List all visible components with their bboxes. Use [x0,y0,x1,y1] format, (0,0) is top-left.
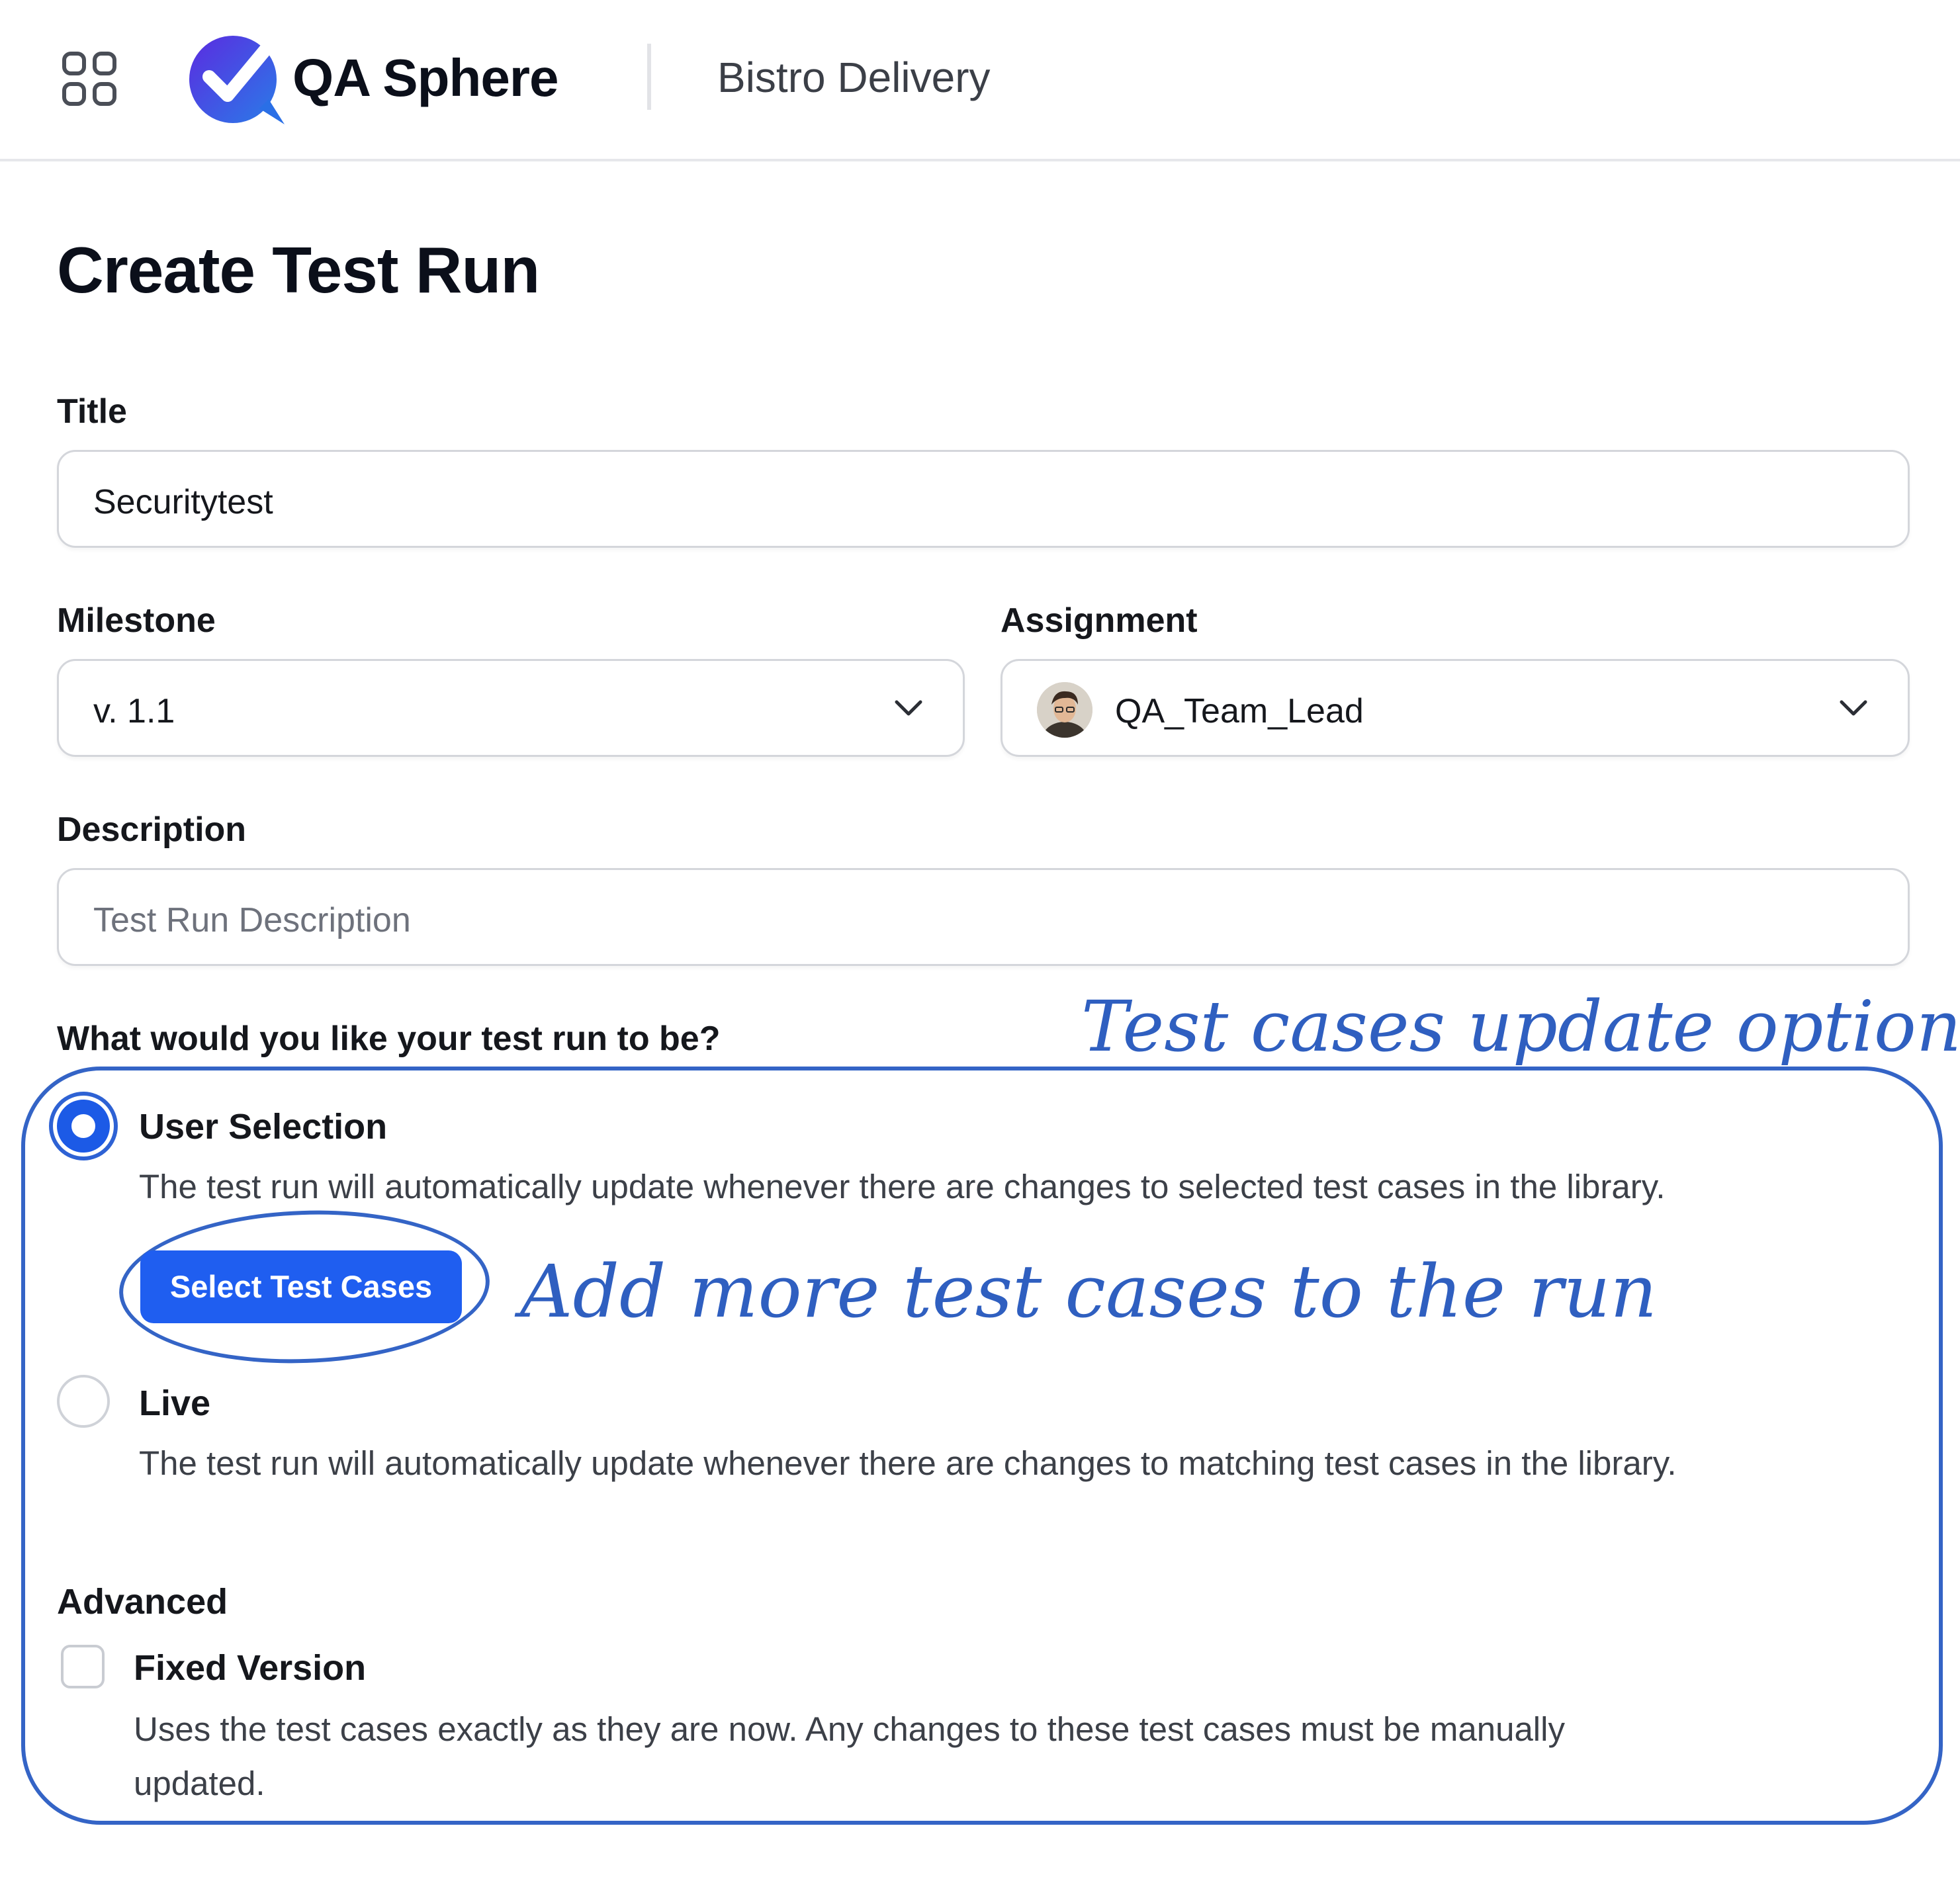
milestone-select-value: v. 1.1 [93,692,175,730]
title-input-value: Securitytest [93,483,273,521]
chevron-down-icon [1840,700,1867,716]
description-input[interactable]: Test Run Description [57,868,1910,966]
option-label-live: Live [139,1383,211,1423]
fixed-version-description-continued: updated. [134,1765,265,1802]
avatar [1037,682,1092,738]
option-description-live: The test run will automatically update w… [139,1444,1677,1482]
assignment-label: Assignment [1001,601,1198,640]
assignment-select-value: QA_Team_Lead [1115,692,1364,730]
title-label: Title [57,392,127,431]
select-test-cases-button[interactable]: Select Test Cases [140,1250,462,1323]
chevron-down-icon [895,700,922,716]
annotation-options-note: Test cases update options [1081,986,1960,1067]
radio-user-selection[interactable] [57,1100,110,1153]
milestone-select[interactable]: v. 1.1 [57,659,965,757]
run-type-question: What would you like your test run to be? [57,1020,721,1058]
description-placeholder: Test Run Description [93,901,411,939]
page-title: Create Test Run [57,234,540,306]
annotation-button-note: Add more test cases to the run [520,1249,1658,1334]
fixed-version-label: Fixed Version [134,1648,367,1688]
fixed-version-checkbox[interactable] [61,1645,105,1688]
advanced-section-label: Advanced [57,1582,228,1622]
header-divider [647,44,651,110]
assignment-select[interactable]: QA_Team_Lead [1001,659,1910,757]
option-label-user-selection: User Selection [139,1107,388,1147]
description-label: Description [57,810,247,849]
grid-icon[interactable] [62,52,116,106]
qa-sphere-logo-icon[interactable] [185,30,290,127]
option-description-user-selection: The test run will automatically update w… [139,1168,1666,1205]
app-name: QA Sphere [292,48,558,107]
radio-live[interactable] [57,1375,110,1428]
top-header: QA Sphere Bistro Delivery [0,0,1960,161]
title-input[interactable]: Securitytest [57,450,1910,548]
project-name[interactable]: Bistro Delivery [717,53,991,102]
milestone-label: Milestone [57,601,216,640]
fixed-version-description: Uses the test cases exactly as they are … [134,1710,1565,1748]
